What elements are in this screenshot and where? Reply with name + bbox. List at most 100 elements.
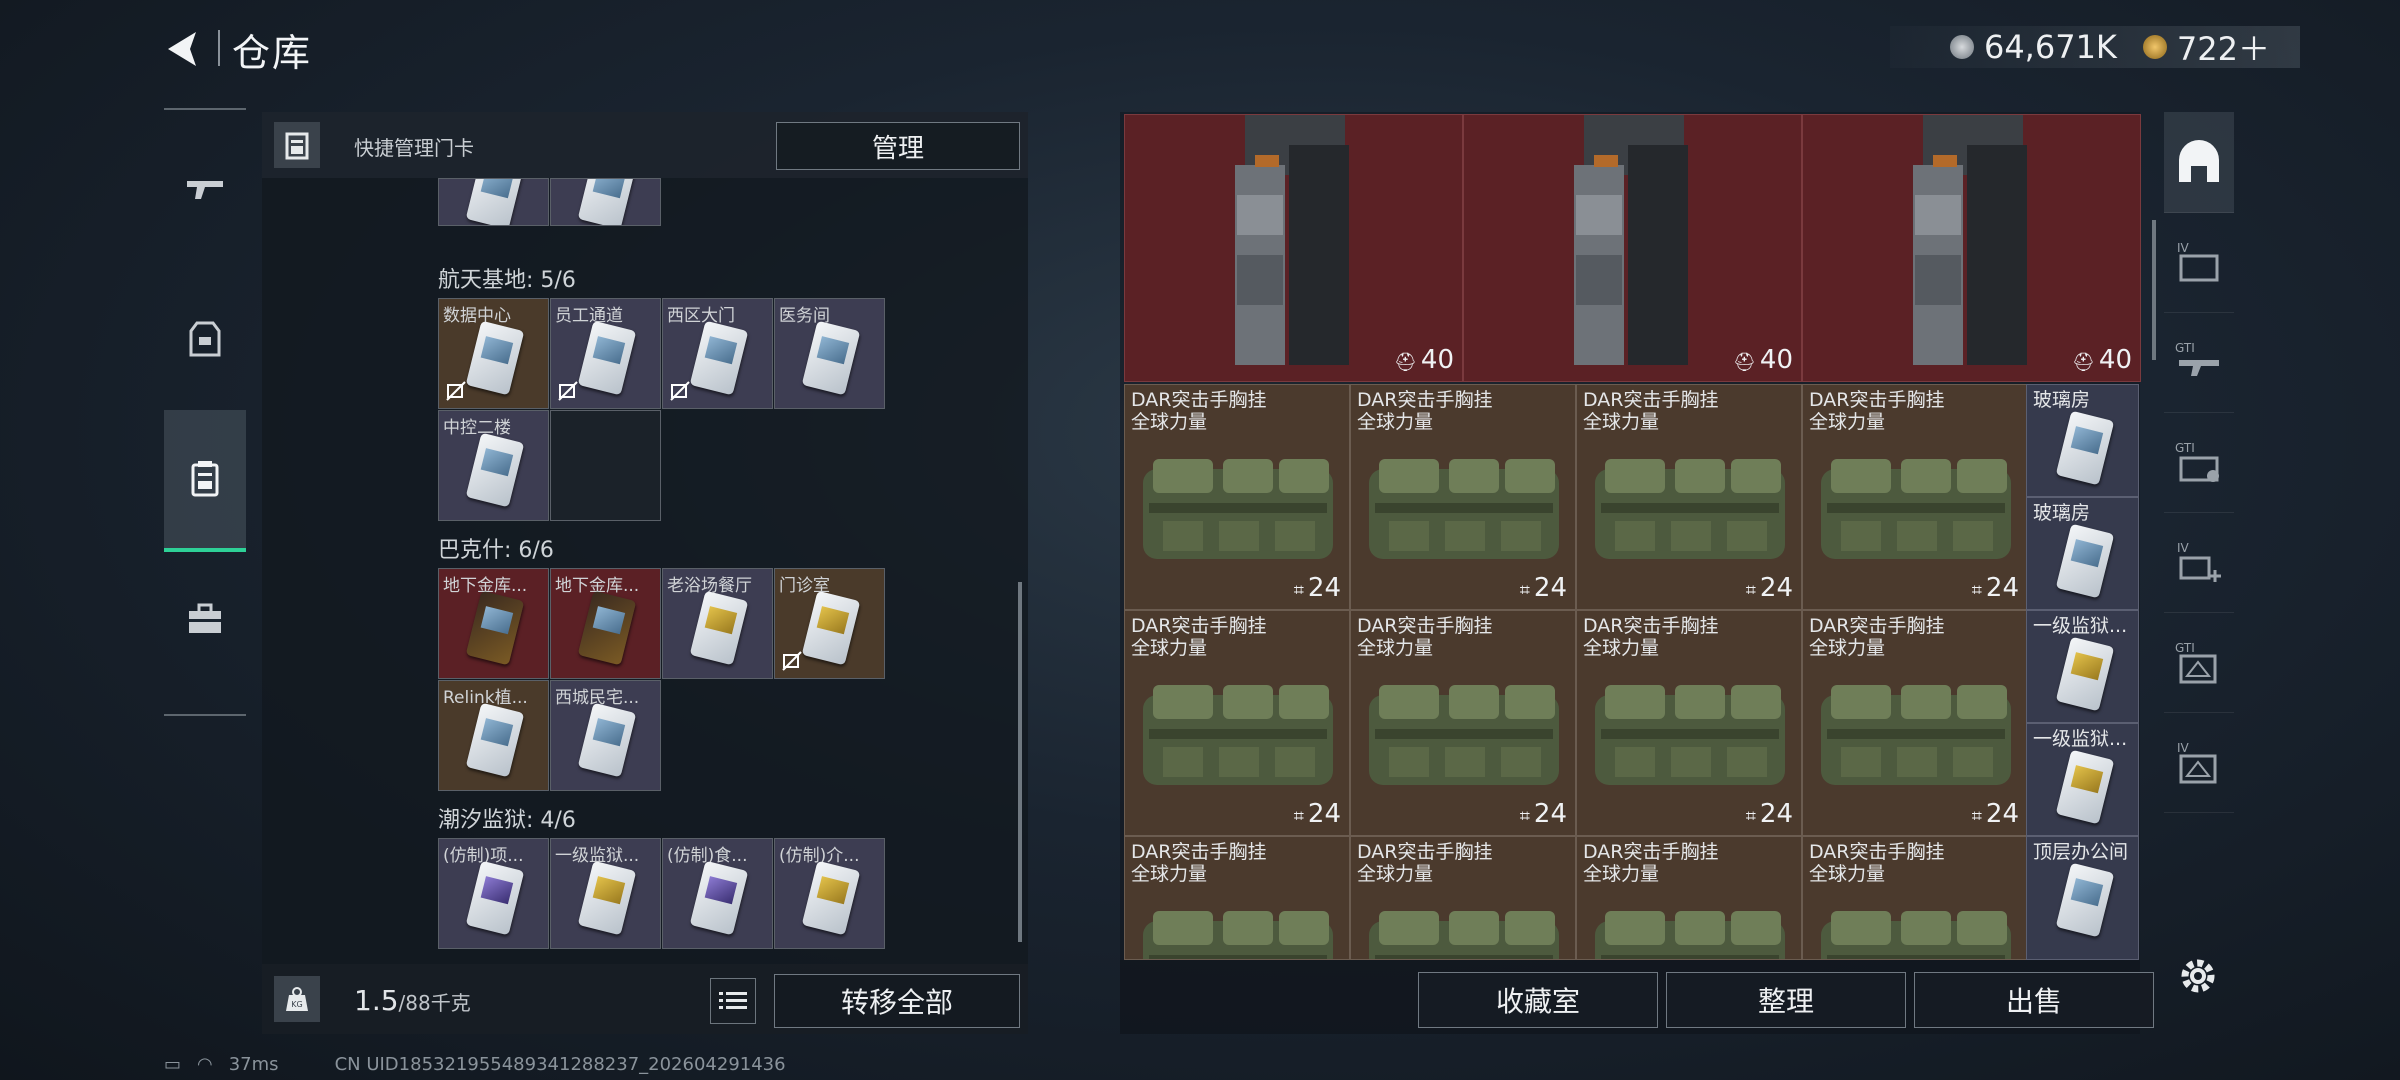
keycard-slot[interactable]: 老浴场餐厅 — [662, 568, 773, 679]
nav-equipment[interactable] — [164, 270, 246, 408]
keycard-slot[interactable] — [438, 178, 549, 226]
tab-storage-gti-1[interactable]: GTI — [2164, 312, 2234, 413]
nav-weapons[interactable] — [164, 120, 246, 258]
inventory-item-rig[interactable]: DAR突击手胸挂 全球力量 — [1802, 836, 2028, 960]
helmet-icon: ⛑ — [2072, 352, 2095, 373]
list-view-button[interactable] — [710, 978, 756, 1024]
inventory-item-vest[interactable]: ⛑ 40 — [1463, 114, 1802, 382]
inventory-item-rig[interactable]: DAR突击手胸挂 全球力量 ⌗ 24 — [1124, 384, 1350, 610]
inventory-item-rig[interactable]: DAR突击手胸挂 全球力量 — [1576, 836, 1802, 960]
inventory-item-rig[interactable]: DAR突击手胸挂 全球力量 ⌗ 24 — [1350, 610, 1576, 836]
capacity-count: ⌗ 24 — [1971, 799, 2019, 829]
keycard-slot[interactable]: 玻璃房 — [2026, 384, 2139, 497]
back-button[interactable] — [160, 26, 206, 72]
tab-storage-gti-3[interactable]: GTI — [2164, 612, 2234, 713]
tab-storage-gti-2[interactable]: GTI — [2164, 412, 2234, 513]
tab-storage-iv-2[interactable]: IV — [2164, 712, 2234, 813]
inventory-item-rig[interactable]: DAR突击手胸挂 全球力量 ⌗ 24 — [1576, 610, 1802, 836]
inventory-item-rig[interactable]: DAR突击手胸挂 全球力量 — [1350, 836, 1576, 960]
keycard-slot[interactable]: 员工通道 — [550, 298, 661, 409]
keycard-slot[interactable]: 地下金库... — [438, 568, 549, 679]
keycard-slot[interactable]: 一级监狱... — [2026, 610, 2139, 723]
storage-tabs: IV GTI GTI IV GTI IV — [2164, 112, 2234, 952]
vest-image — [1574, 115, 1688, 365]
unavailable-icon — [446, 381, 466, 401]
item-name: DAR突击手胸挂 全球力量 — [1809, 841, 1945, 885]
rig-image — [1143, 911, 1333, 959]
svg-text:IV: IV — [2177, 541, 2190, 555]
tab-storage-4[interactable]: IV — [2164, 212, 2234, 313]
token-value[interactable]: 722＋ — [2177, 24, 2270, 70]
keycard-slot[interactable]: 顶层办公间 — [2026, 836, 2139, 960]
keycard-slot[interactable]: 医务间 — [774, 298, 885, 409]
inventory-item-rig[interactable]: DAR突击手胸挂 全球力量 ⌗ 24 — [1802, 610, 2028, 836]
weight-readout: 1.5/88千克 — [354, 984, 471, 1017]
panel-title: 快捷管理门卡 — [354, 136, 474, 160]
scrollbar[interactable] — [1018, 582, 1022, 942]
section-label: 潮汐监狱: 4/6 — [438, 808, 576, 833]
keycard-slot[interactable]: 一级监狱... — [2026, 723, 2139, 836]
keycard-slot[interactable]: 地下金库... — [550, 568, 661, 679]
weight-max: /88千克 — [398, 991, 471, 1015]
item-name: DAR突击手胸挂 全球力量 — [1131, 841, 1267, 885]
currency-bar: 64,671K 722＋ — [1889, 24, 2300, 70]
item-name: DAR突击手胸挂 全球力量 — [1357, 389, 1493, 433]
gun-icon — [187, 181, 223, 199]
nav-items[interactable] — [164, 550, 246, 688]
inventory-item-rig[interactable]: DAR突击手胸挂 全球力量 — [1124, 836, 1350, 960]
section-label: 巴克什: 6/6 — [438, 538, 554, 563]
sort-button[interactable]: 整理 — [1666, 972, 1906, 1028]
transfer-all-button[interactable]: 转移全部 — [774, 974, 1020, 1028]
settings-button[interactable] — [2172, 950, 2224, 1002]
unavailable-icon — [782, 651, 802, 671]
inventory-item-rig[interactable]: DAR突击手胸挂 全球力量 ⌗ 24 — [1802, 384, 2028, 610]
empty-slot[interactable] — [550, 410, 661, 521]
coin-icon — [1949, 35, 1974, 59]
keycard-panel: 快捷管理门卡 管理 航天基地: 5/6 数据中心 员工通道 西区大门 医务间 中… — [262, 112, 1028, 1034]
keycard-slot[interactable]: 一级监狱... — [550, 838, 661, 949]
rig-image — [1369, 911, 1559, 959]
gear-icon — [2181, 959, 2215, 993]
svg-text:GTI: GTI — [2175, 641, 2195, 655]
keycard-slot[interactable]: (仿制)介... — [774, 838, 885, 949]
rig-image — [1143, 459, 1333, 559]
scrollbar[interactable] — [2152, 220, 2156, 360]
collection-room-button[interactable]: 收藏室 — [1418, 972, 1658, 1028]
keycard-slot[interactable]: 西区大门 — [662, 298, 773, 409]
tab-storage-add[interactable]: IV — [2164, 512, 2234, 613]
inventory-item-vest[interactable]: ⛑ 40 — [1802, 114, 2141, 382]
vest-icon — [189, 321, 221, 357]
capacity-icon: ⌗ — [1745, 580, 1756, 601]
token-icon — [2142, 35, 2167, 59]
manage-button[interactable]: 管理 — [776, 122, 1020, 170]
inventory-item-rig[interactable]: DAR突击手胸挂 全球力量 ⌗ 24 — [1576, 384, 1802, 610]
inventory-item-rig[interactable]: DAR突击手胸挂 全球力量 ⌗ 24 — [1350, 384, 1576, 610]
capacity-count: ⌗ 24 — [1745, 799, 1793, 829]
capacity-count: ⌗ 24 — [1971, 573, 2019, 603]
keycard-slot[interactable]: (仿制)食... — [662, 838, 773, 949]
keycard-slot[interactable]: 中控二楼 — [438, 410, 549, 521]
tab-main-storage[interactable] — [2164, 112, 2234, 213]
keycard-slot[interactable]: Relink植... — [438, 680, 549, 791]
item-name: DAR突击手胸挂 全球力量 — [1809, 615, 1945, 659]
keycard-slot[interactable]: 玻璃房 — [2026, 497, 2139, 610]
keycard-slot[interactable]: 数据中心 — [438, 298, 549, 409]
durability-count: ⛑ 40 — [1394, 345, 1454, 375]
storage-icon — [2179, 140, 2219, 182]
wifi-icon: ◠ — [197, 1053, 213, 1075]
inventory-item-vest[interactable]: ⛑ 40 — [1124, 114, 1463, 382]
keycard-case-icon — [191, 461, 219, 497]
capacity-icon: ⌗ — [1519, 806, 1530, 827]
inventory-item-rig[interactable]: DAR突击手胸挂 全球力量 ⌗ 24 — [1124, 610, 1350, 836]
sell-button[interactable]: 出售 — [1914, 972, 2154, 1028]
keycard-slot[interactable]: (仿制)项... — [438, 838, 549, 949]
unavailable-icon — [670, 381, 690, 401]
add-storage-icon: IV — [2177, 541, 2221, 582]
keycard-slot[interactable]: 门诊室 — [774, 568, 885, 679]
item-name: DAR突击手胸挂 全球力量 — [1809, 389, 1945, 433]
coin-value: 64,671K — [1983, 28, 2117, 66]
keycard-slot[interactable]: 西城民宅... — [550, 680, 661, 791]
capacity-count: ⌗ 24 — [1519, 573, 1567, 603]
nav-keycards[interactable] — [164, 410, 246, 552]
keycard-slot[interactable] — [550, 178, 661, 226]
